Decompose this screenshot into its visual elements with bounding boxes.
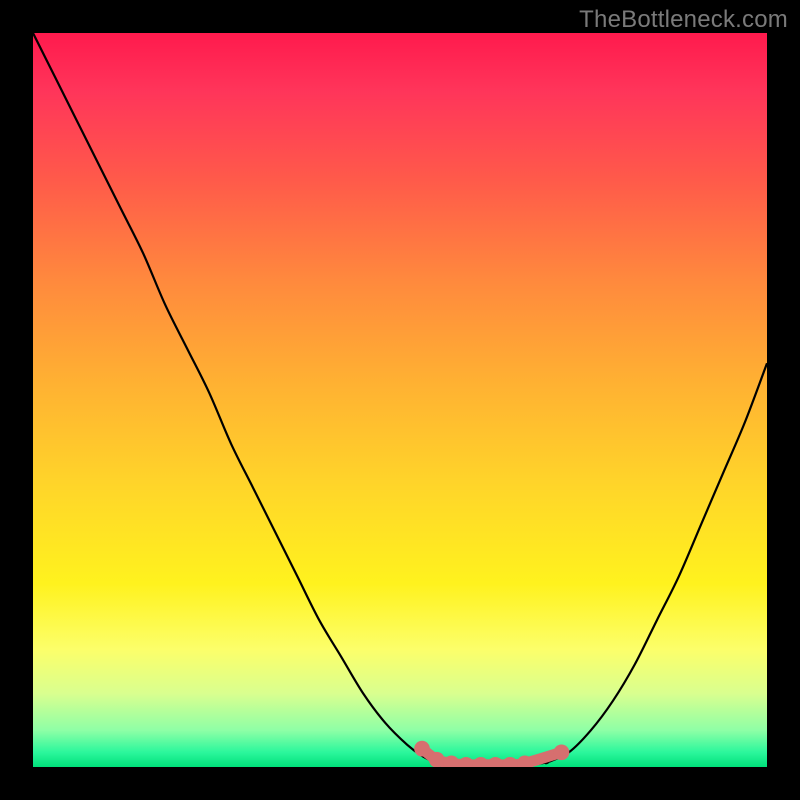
valley-marker xyxy=(554,744,570,760)
curve-group xyxy=(33,33,767,766)
valley-marker xyxy=(502,757,518,767)
valley-marker xyxy=(458,757,474,767)
attribution-text: TheBottleneck.com xyxy=(579,6,788,34)
plot-area xyxy=(33,33,767,767)
outer-frame: TheBottleneck.com xyxy=(0,0,800,800)
chart-svg xyxy=(33,33,767,767)
valley-marker xyxy=(414,741,430,757)
valley-marker xyxy=(429,752,445,767)
valley-marker xyxy=(488,757,504,767)
valley-marker xyxy=(473,757,489,767)
bottleneck-curve xyxy=(33,33,767,766)
